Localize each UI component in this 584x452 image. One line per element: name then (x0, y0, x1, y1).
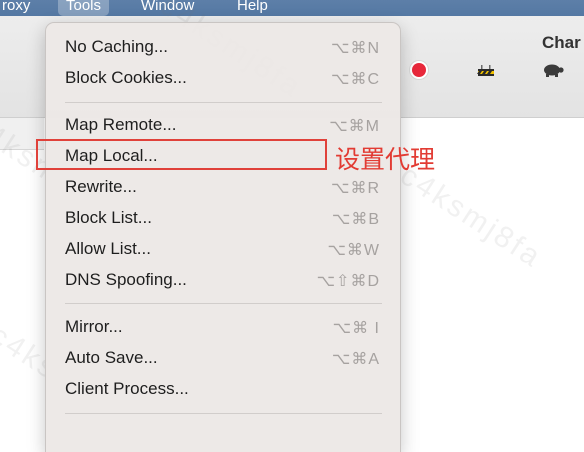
menu-item-shortcut: ⌥⌘B (331, 211, 380, 228)
menu-item-shortcut: ⌥⇧⌘D (316, 273, 380, 290)
menu-item-block-list[interactable]: Block List... ⌥⌘B (46, 204, 400, 232)
record-icon (412, 63, 426, 77)
throttle-button[interactable] (472, 59, 500, 81)
menu-item-shortcut: ⌥⌘N (331, 40, 380, 57)
annotation-highlight-box (36, 139, 327, 170)
menu-item-label: Mirror... (65, 317, 123, 336)
menu-item-block-cookies[interactable]: Block Cookies... ⌥⌘C (46, 64, 400, 92)
record-button[interactable] (405, 59, 433, 81)
menu-separator (65, 102, 382, 103)
menu-item-shortcut: ⌥⌘M (329, 118, 380, 135)
menu-item-label: Allow List... (65, 239, 151, 258)
breakpoint-button[interactable] (538, 59, 568, 81)
tools-menu: No Caching... ⌥⌘N Block Cookies... ⌥⌘C M… (45, 22, 401, 452)
menu-bar: roxy Tools Window Help (0, 0, 584, 16)
menu-item-label: Map Remote... (65, 115, 177, 134)
menu-item-shortcut: ⌥⌘W (327, 242, 380, 259)
menu-item-label: Block List... (65, 208, 152, 227)
menu-separator (65, 413, 382, 414)
menu-item-label: No Caching... (65, 37, 168, 56)
menu-help[interactable]: Help (229, 0, 276, 16)
breakpoint-turtle-icon (544, 64, 564, 77)
menu-item-client-process[interactable]: Client Process... (46, 375, 400, 403)
menu-separator (65, 303, 382, 304)
menu-item-allow-list[interactable]: Allow List... ⌥⌘W (46, 235, 400, 263)
menu-item-shortcut: ⌥⌘ I (332, 320, 380, 337)
menu-proxy[interactable]: roxy (0, 0, 38, 16)
menu-item-shortcut: ⌥⌘C (331, 71, 380, 88)
menu-item-shortcut: ⌥⌘A (331, 351, 380, 368)
menu-item-label: DNS Spoofing... (65, 270, 187, 289)
menu-item-label: Rewrite... (65, 177, 137, 196)
menu-item-dns-spoofing[interactable]: DNS Spoofing... ⌥⇧⌘D (46, 266, 400, 294)
window-title: Char (542, 33, 581, 52)
menu-item-rewrite[interactable]: Rewrite... ⌥⌘R (46, 173, 400, 201)
menu-item-label: Block Cookies... (65, 68, 187, 87)
menu-item-label: Auto Save... (65, 348, 158, 367)
menu-item-auto-save[interactable]: Auto Save... ⌥⌘A (46, 344, 400, 372)
menu-item-label: Client Process... (65, 379, 189, 398)
menu-item-shortcut: ⌥⌘R (331, 180, 380, 197)
watermark-text: c4ksmj8fa (394, 158, 549, 275)
annotation-text: 设置代理 (335, 146, 436, 174)
menu-tools[interactable]: Tools (58, 0, 110, 16)
menu-item-no-caching[interactable]: No Caching... ⌥⌘N (46, 33, 400, 61)
menu-item-map-remote[interactable]: Map Remote... ⌥⌘M (46, 111, 400, 139)
menu-item-mirror[interactable]: Mirror... ⌥⌘ I (46, 313, 400, 341)
throttle-icon (477, 65, 494, 76)
